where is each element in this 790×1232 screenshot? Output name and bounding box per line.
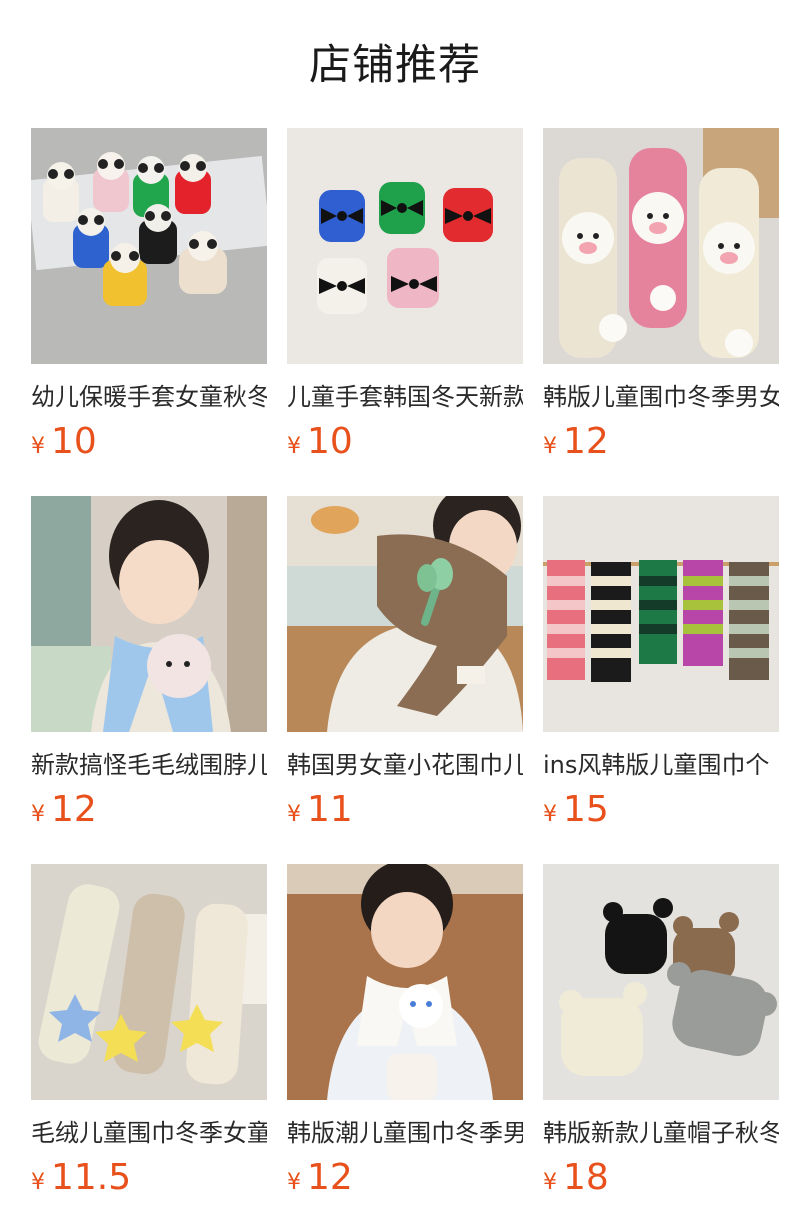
product-name[interactable]: 韩版儿童围巾冬季男女 <box>543 380 779 414</box>
product-price: ¥10 <box>287 418 523 466</box>
price-value: 18 <box>563 1157 609 1198</box>
product-card[interactable]: 韩版新款儿童帽子秋冬 ¥18 <box>543 864 779 1232</box>
currency-symbol: ¥ <box>31 1170 45 1195</box>
product-card[interactable]: 韩国男女童小花围巾儿 ¥11 <box>287 496 523 864</box>
product-card[interactable]: 毛绒儿童围巾冬季女童 ¥11.5 <box>31 864 267 1232</box>
product-price: ¥12 <box>287 1154 523 1202</box>
product-image[interactable] <box>287 496 523 732</box>
page-title: 店铺推荐 <box>308 40 481 89</box>
product-price: ¥11 <box>287 786 523 834</box>
product-card[interactable]: ins风韩版儿童围巾个 ¥15 <box>543 496 779 864</box>
product-name[interactable]: ins风韩版儿童围巾个 <box>543 748 779 782</box>
product-image[interactable] <box>543 128 779 364</box>
product-name[interactable]: 韩国男女童小花围巾儿 <box>287 748 523 782</box>
currency-symbol: ¥ <box>31 802 45 827</box>
price-value: 12 <box>307 1157 353 1198</box>
price-value: 11.5 <box>51 1157 132 1198</box>
product-card[interactable]: 韩版儿童围巾冬季男女 ¥12 <box>543 128 779 496</box>
product-image[interactable] <box>543 496 779 732</box>
product-name[interactable]: 韩版新款儿童帽子秋冬 <box>543 1116 779 1150</box>
product-name[interactable]: 新款搞怪毛毛绒围脖儿 <box>31 748 267 782</box>
product-price: ¥10 <box>31 418 267 466</box>
product-image[interactable] <box>287 864 523 1100</box>
product-card[interactable]: 韩版潮儿童围巾冬季男 ¥12 <box>287 864 523 1232</box>
price-value: 12 <box>563 421 609 462</box>
product-name[interactable]: 儿童手套韩国冬天新款 <box>287 380 523 414</box>
product-image[interactable] <box>287 128 523 364</box>
product-card[interactable]: 幼儿保暖手套女童秋冬 ¥10 <box>31 128 267 496</box>
currency-symbol: ¥ <box>543 802 557 827</box>
product-card[interactable]: 新款搞怪毛毛绒围脖儿 ¥12 <box>31 496 267 864</box>
currency-symbol: ¥ <box>287 1170 301 1195</box>
product-card[interactable]: 儿童手套韩国冬天新款 ¥10 <box>287 128 523 496</box>
currency-symbol: ¥ <box>543 434 557 459</box>
product-price: ¥18 <box>543 1154 779 1202</box>
price-value: 10 <box>307 421 353 462</box>
product-name[interactable]: 幼儿保暖手套女童秋冬 <box>31 380 267 414</box>
price-value: 11 <box>307 789 353 830</box>
price-value: 12 <box>51 789 97 830</box>
product-image[interactable] <box>31 864 267 1100</box>
product-image[interactable] <box>543 864 779 1100</box>
currency-symbol: ¥ <box>287 802 301 827</box>
product-price: ¥15 <box>543 786 779 834</box>
product-price: ¥12 <box>543 418 779 466</box>
product-image[interactable] <box>31 496 267 732</box>
product-name[interactable]: 韩版潮儿童围巾冬季男 <box>287 1116 523 1150</box>
currency-symbol: ¥ <box>543 1170 557 1195</box>
product-name[interactable]: 毛绒儿童围巾冬季女童 <box>31 1116 267 1150</box>
product-price: ¥12 <box>31 786 267 834</box>
product-image[interactable] <box>31 128 267 364</box>
price-value: 15 <box>563 789 609 830</box>
currency-symbol: ¥ <box>287 434 301 459</box>
product-grid: 幼儿保暖手套女童秋冬 ¥10 儿童手套韩国冬天新款 ¥10 韩版儿童围巾冬季男女… <box>31 128 779 1232</box>
price-value: 10 <box>51 421 97 462</box>
product-price: ¥11.5 <box>31 1154 267 1202</box>
currency-symbol: ¥ <box>31 434 45 459</box>
